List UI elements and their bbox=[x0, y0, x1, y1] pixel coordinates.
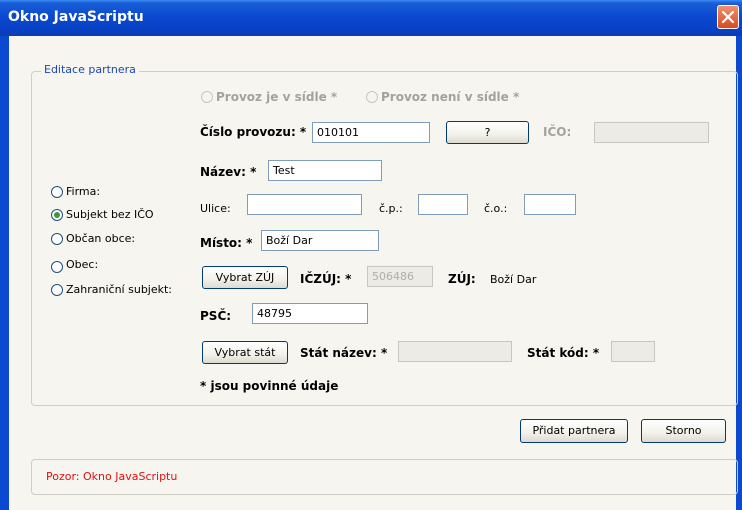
status-box: Pozor: Okno JavaScriptu bbox=[31, 459, 738, 495]
psc-label: PSČ: bbox=[200, 309, 232, 323]
stat-kod-label: Stát kód: * bbox=[527, 346, 600, 360]
provoz-mimo-sidlo-label: Provoz není v sídle * bbox=[381, 90, 520, 104]
misto-label: Místo: * bbox=[200, 236, 253, 250]
entity-label-zahranicni: Zahraniční subjekt: bbox=[66, 283, 173, 296]
lookup-button[interactable]: ? bbox=[446, 121, 529, 144]
psc-input[interactable]: 48795 bbox=[252, 303, 368, 324]
cancel-button[interactable]: Storno bbox=[641, 419, 726, 443]
misto-input[interactable]: Boží Dar bbox=[261, 230, 379, 251]
entity-radio-obcan-obce[interactable] bbox=[51, 233, 63, 245]
cislo-provozu-input[interactable]: 010101 bbox=[312, 122, 430, 143]
ulice-input[interactable] bbox=[247, 194, 362, 215]
close-button[interactable] bbox=[717, 5, 739, 29]
provoz-mimo-sidlo-radio[interactable] bbox=[366, 91, 378, 103]
ulice-label: Ulice: bbox=[200, 202, 231, 215]
cp-input[interactable] bbox=[418, 194, 468, 215]
entity-radio-subjekt-bez-ico[interactable] bbox=[51, 209, 63, 221]
ico-label: IČO: bbox=[543, 125, 572, 139]
co-label: č.o.: bbox=[484, 202, 508, 215]
stat-nazev-input[interactable] bbox=[398, 341, 512, 362]
vybrat-stat-button[interactable]: Vybrat stát bbox=[202, 341, 288, 364]
nazev-input[interactable]: Test bbox=[268, 160, 382, 181]
zuj-label: ZÚJ: bbox=[448, 272, 476, 286]
iczuj-label: IČZÚJ: * bbox=[300, 272, 352, 286]
provoz-v-sidle-radio[interactable] bbox=[201, 91, 213, 103]
stat-nazev-label: Stát název: * bbox=[300, 346, 388, 360]
zuj-value: Boží Dar bbox=[490, 273, 537, 286]
stat-kod-input[interactable] bbox=[611, 341, 655, 362]
co-input[interactable] bbox=[524, 194, 576, 215]
entity-label-obcan-obce: Občan obce: bbox=[66, 232, 136, 245]
window-titlebar[interactable]: Okno JavaScriptu bbox=[0, 0, 742, 36]
entity-radio-firma[interactable] bbox=[51, 186, 63, 198]
add-partner-button[interactable]: Přidat partnera bbox=[520, 419, 628, 443]
dialog-client-area: Editace partnera Provoz je v sídle * Pro… bbox=[9, 36, 738, 510]
nazev-label: Název: * bbox=[200, 165, 257, 179]
entity-label-subjekt-bez-ico: Subjekt bez IČO bbox=[66, 208, 154, 221]
close-icon bbox=[722, 11, 734, 23]
entity-label-obec: Obec: bbox=[66, 258, 99, 271]
entity-label-firma: Firma: bbox=[66, 185, 101, 198]
vybrat-zuj-button[interactable]: Vybrat ZÚJ bbox=[202, 266, 288, 289]
iczuj-input[interactable]: 506486 bbox=[367, 266, 433, 287]
required-note: * jsou povinné údaje bbox=[200, 379, 339, 393]
provoz-v-sidle-label: Provoz je v sídle * bbox=[216, 90, 338, 104]
cp-label: č.p.: bbox=[379, 202, 403, 215]
window-title: Okno JavaScriptu bbox=[8, 9, 144, 25]
window-frame-left bbox=[0, 36, 9, 510]
group-legend: Editace partnera bbox=[41, 63, 139, 76]
entity-radio-obec[interactable] bbox=[51, 261, 63, 273]
status-message: Pozor: Okno JavaScriptu bbox=[46, 470, 178, 483]
entity-radio-zahranicni[interactable] bbox=[51, 284, 63, 296]
ico-input[interactable] bbox=[594, 122, 709, 143]
cislo-provozu-label: Číslo provozu: * bbox=[200, 125, 307, 139]
